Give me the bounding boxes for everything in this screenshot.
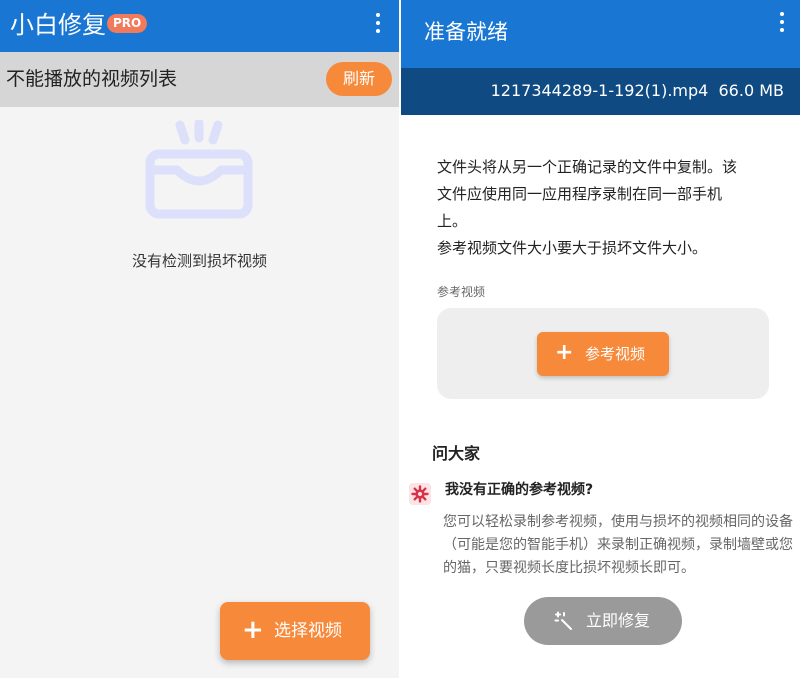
- app-title: 小白修复: [10, 11, 106, 39]
- file-size: 66.0 MB: [718, 81, 785, 100]
- add-reference-video-button[interactable]: + 参考视频: [537, 332, 669, 376]
- instructions-line: 参考视频文件大小要大于损坏文件大小。: [437, 239, 708, 257]
- list-title: 不能播放的视频列表: [6, 68, 178, 90]
- select-video-label: 选择视频: [274, 621, 342, 641]
- screen-title: 准备就绪: [424, 20, 508, 44]
- more-vertical-icon[interactable]: [775, 12, 789, 40]
- video-list-screen: 小白修复 PRO 不能播放的视频列表 刷新 没有检测到损坏视频 + 选择视频: [0, 0, 399, 678]
- list-header: 不能播放的视频列表 刷新: [0, 52, 399, 107]
- file-info-bar: 1217344289-1-192(1).mp4 66.0 MB: [401, 68, 800, 115]
- empty-state-text: 没有检测到损坏视频: [131, 252, 267, 270]
- instructions-line: 文件应使用同一应用程序录制在同一部手机: [437, 185, 723, 203]
- file-info: 1217344289-1-192(1).mp4 66.0 MB: [491, 80, 784, 102]
- repair-now-button[interactable]: 立即修复: [524, 597, 682, 645]
- file-name: 1217344289-1-192(1).mp4: [490, 81, 709, 100]
- refresh-button[interactable]: 刷新: [326, 62, 392, 96]
- pro-badge: PRO: [107, 14, 148, 33]
- instructions-text: 文件头将从另一个正确记录的文件中复制。该 文件应使用同一应用程序录制在同一部手机…: [437, 154, 777, 262]
- reference-section-label: 参考视频: [437, 285, 486, 299]
- faq-heading: 问大家: [432, 444, 481, 463]
- more-vertical-icon[interactable]: [371, 13, 385, 41]
- instructions-line: 上。: [437, 212, 468, 230]
- plus-icon: +: [242, 615, 264, 645]
- plus-icon: +: [555, 340, 574, 365]
- gear-icon: [409, 483, 431, 505]
- reference-button-label: 参考视频: [585, 345, 646, 363]
- repair-screen: 准备就绪 1217344289-1-192(1).mp4 66.0 MB 文件头…: [401, 0, 800, 678]
- inbox-icon: [145, 120, 253, 219]
- magic-wand-icon: [554, 611, 572, 630]
- left-app-bar: 小白修复 PRO: [0, 0, 399, 52]
- select-video-button[interactable]: + 选择视频: [220, 602, 370, 660]
- reference-video-card: + 参考视频: [437, 308, 769, 399]
- right-app-bar: 准备就绪: [401, 0, 800, 68]
- repair-now-label: 立即修复: [586, 611, 651, 630]
- instructions-line: 文件头将从另一个正确记录的文件中复制。该: [437, 158, 738, 176]
- faq-answer: 您可以轻松录制参考视频，使用与损坏的视频相同的设备（可能是您的智能手机）来录制正…: [443, 514, 793, 576]
- faq-question: 我没有正确的参考视频?: [445, 482, 594, 498]
